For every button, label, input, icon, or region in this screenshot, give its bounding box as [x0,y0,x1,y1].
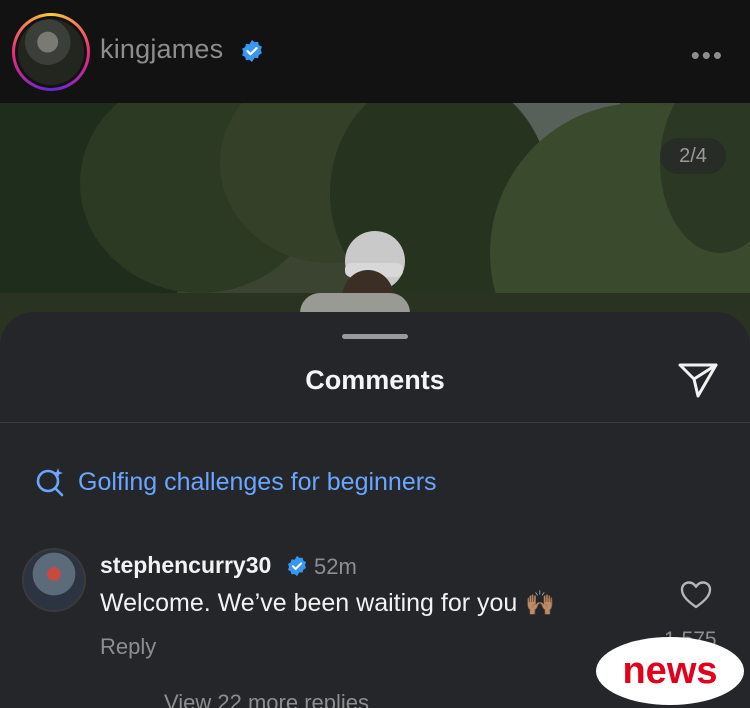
raised-hands-emoji: 🙌🏽 [525,590,556,617]
like-heart-icon[interactable] [680,580,712,610]
view-more-replies[interactable]: View 22 more replies [164,690,369,708]
comment-body: Welcome. We’ve been waiting for you [100,589,518,617]
reply-button[interactable]: Reply [100,634,156,660]
verified-badge-icon [242,40,262,62]
post-username[interactable]: kingjames [100,34,223,65]
news-watermark-logo: news [596,637,744,705]
commenter-username[interactable]: stephencurry30 [100,552,271,579]
send-icon[interactable] [676,360,720,400]
post-header: kingjames ••• [0,0,750,103]
verified-badge-icon [287,555,307,577]
comment-text: Welcome. We’ve been waiting for you 🙌🏽 [100,589,555,618]
more-options-icon[interactable]: ••• [691,40,724,71]
search-sparkle-icon [36,468,64,497]
commenter-avatar[interactable] [22,548,86,612]
comment-timestamp: 52m [314,554,357,579]
sheet-divider [0,422,750,423]
sheet-drag-handle[interactable] [342,334,408,339]
search-suggestion-text: Golfing challenges for beginners [78,467,437,496]
search-suggestion[interactable]: Golfing challenges for beginners [34,466,437,498]
photo-counter: 2/4 [660,138,726,174]
profile-avatar[interactable] [12,13,90,91]
sheet-title: Comments [305,365,445,395]
